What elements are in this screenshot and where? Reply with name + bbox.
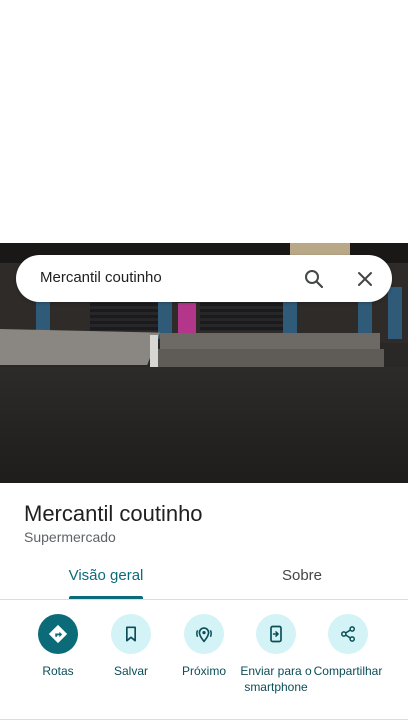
save-button[interactable]: Salvar [91, 614, 171, 679]
directions-button[interactable]: Rotas [18, 614, 98, 679]
photo-banner [178, 303, 196, 333]
directions-label: Rotas [42, 664, 74, 678]
send-to-phone-button[interactable]: Enviar para o smartphone [236, 614, 316, 695]
photo-road [0, 367, 408, 483]
share-label: Compartilhar [313, 664, 383, 678]
share-icon [328, 614, 368, 654]
photo-sign [290, 243, 350, 255]
photo-sidewalk [0, 329, 160, 365]
place-title: Mercantil coutinho [24, 501, 203, 526]
place-category[interactable]: Supermercado [24, 529, 116, 545]
tab-overview[interactable]: Visão geral [0, 567, 212, 599]
save-label: Salvar [113, 664, 148, 678]
search-icon[interactable] [302, 267, 326, 291]
tab-about[interactable]: Sobre [196, 567, 408, 599]
send-to-phone-icon [256, 614, 296, 654]
close-icon[interactable] [353, 267, 377, 291]
share-button[interactable]: Compartilhar [308, 614, 388, 679]
map-area-blank [0, 0, 408, 243]
photo-step [160, 333, 380, 349]
send-to-phone-label: Enviar para o smartphone [240, 664, 312, 694]
bottom-divider [0, 719, 408, 720]
tab-divider [0, 599, 408, 600]
search-input[interactable]: Mercantil coutinho [40, 269, 162, 286]
directions-icon [38, 614, 78, 654]
photo-step-edge [150, 335, 158, 369]
nearby-label: Próximo [181, 664, 226, 678]
photo-pillar [388, 287, 402, 339]
photo-step [152, 349, 384, 369]
nearby-button[interactable]: Próximo [164, 614, 244, 679]
search-bar[interactable]: Mercantil coutinho [16, 255, 392, 302]
nearby-icon [184, 614, 224, 654]
bookmark-icon [111, 614, 151, 654]
